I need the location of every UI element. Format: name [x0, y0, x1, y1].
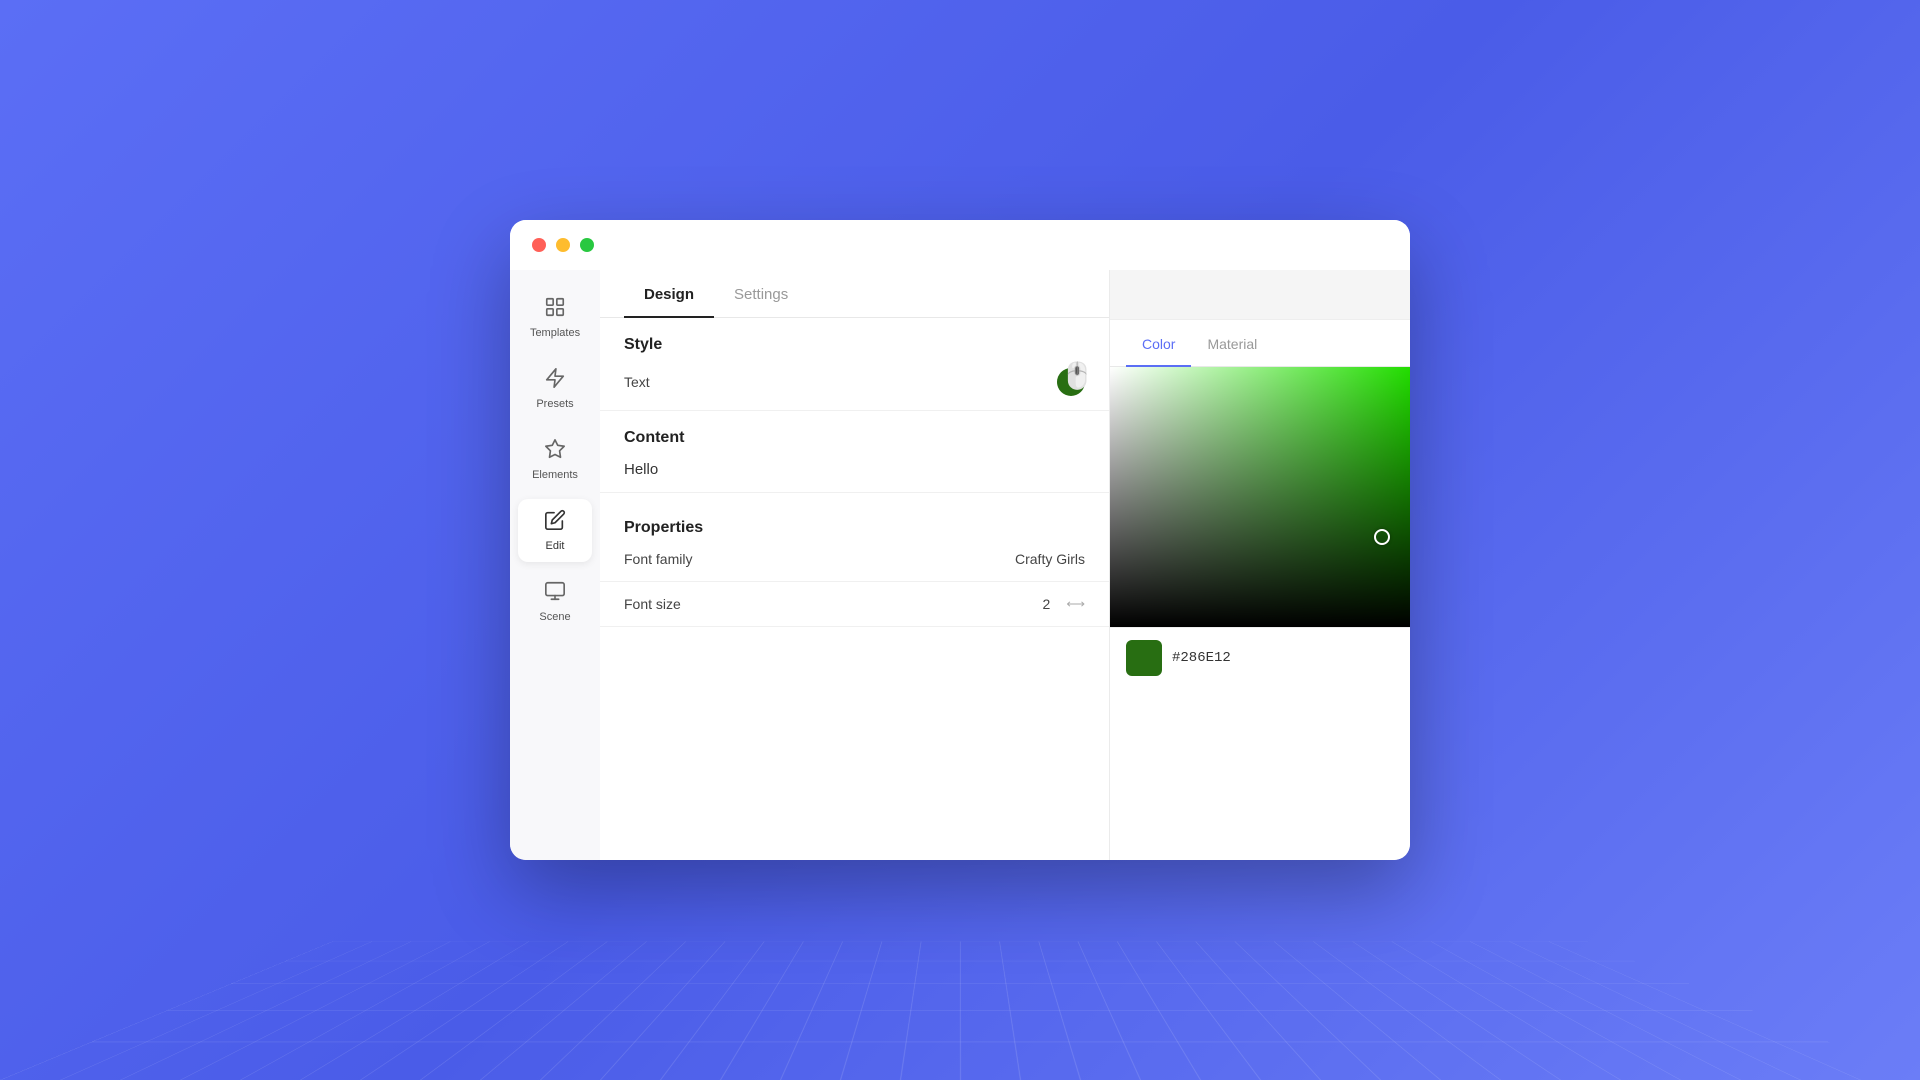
color-panel: Color Material [1110, 270, 1410, 860]
edit-label: Edit [546, 540, 565, 552]
elements-label: Elements [532, 469, 578, 481]
content-row: Hello [600, 447, 1109, 493]
app-window: Templates Presets Elements [510, 220, 1410, 860]
tab-settings[interactable]: Settings [714, 270, 808, 317]
presets-label: Presets [536, 398, 573, 410]
traffic-lights [532, 238, 594, 252]
sidebar-item-elements[interactable]: Elements [518, 428, 592, 491]
gradient-canvas [1110, 367, 1410, 627]
color-tabs: Color Material [1110, 320, 1410, 367]
scene-icon [544, 580, 566, 605]
content-area: Design Settings Style Text [600, 270, 1410, 860]
color-gradient-picker[interactable] [1110, 367, 1410, 627]
style-row: Text 🖱️ [600, 354, 1109, 411]
properties-title: Properties [624, 519, 703, 536]
sidebar-item-edit[interactable]: Edit [518, 499, 592, 562]
sidebar-item-templates[interactable]: Templates [518, 286, 592, 349]
tab-material[interactable]: Material [1191, 320, 1273, 366]
hex-input-row [1110, 627, 1410, 688]
templates-icon [544, 296, 566, 321]
content-value: Hello [624, 461, 658, 478]
properties-section-header: Properties [600, 501, 1109, 537]
font-size-row: Font size 2 ⟷ [600, 582, 1109, 627]
title-bar [510, 220, 1410, 270]
font-size-label: Font size [624, 596, 681, 612]
text-field-label: Text [624, 374, 650, 390]
sidebar-item-scene[interactable]: Scene [518, 570, 592, 633]
tab-design[interactable]: Design [624, 270, 714, 317]
close-button[interactable] [532, 238, 546, 252]
color-indicator-wrapper: 🖱️ [1057, 368, 1085, 396]
edit-icon [544, 509, 566, 534]
content-section-header: Content [600, 411, 1109, 447]
font-family-value: Crafty Girls [1015, 551, 1085, 567]
app-body: Templates Presets Elements [510, 270, 1410, 860]
minimize-button[interactable] [556, 238, 570, 252]
font-family-label: Font family [624, 551, 692, 567]
color-panel-top [1110, 270, 1410, 320]
elements-icon [544, 438, 566, 463]
picker-handle[interactable] [1374, 529, 1390, 545]
design-panel: Design Settings Style Text [600, 270, 1110, 860]
content-title: Content [624, 429, 684, 446]
templates-label: Templates [530, 327, 580, 339]
font-family-row: Font family Crafty Girls [600, 537, 1109, 582]
scene-label: Scene [539, 611, 570, 623]
style-title: Style [624, 336, 662, 353]
resize-arrows-icon[interactable]: ⟷ [1066, 596, 1085, 612]
panel-content: Style Text 🖱️ [600, 318, 1109, 860]
tab-color[interactable]: Color [1126, 320, 1191, 366]
font-size-control: 2 ⟷ [1036, 596, 1085, 612]
sidebar: Templates Presets Elements [510, 270, 600, 860]
hex-color-swatch [1126, 640, 1162, 676]
style-section-header: Style [600, 318, 1109, 354]
presets-icon [544, 367, 566, 392]
gradient-dark-layer [1110, 367, 1410, 627]
maximize-button[interactable] [580, 238, 594, 252]
sidebar-item-presets[interactable]: Presets [518, 357, 592, 420]
font-size-value: 2 [1036, 596, 1056, 612]
panel-tabs: Design Settings [600, 270, 1109, 318]
color-swatch[interactable] [1057, 368, 1085, 396]
hex-input[interactable] [1172, 650, 1394, 666]
